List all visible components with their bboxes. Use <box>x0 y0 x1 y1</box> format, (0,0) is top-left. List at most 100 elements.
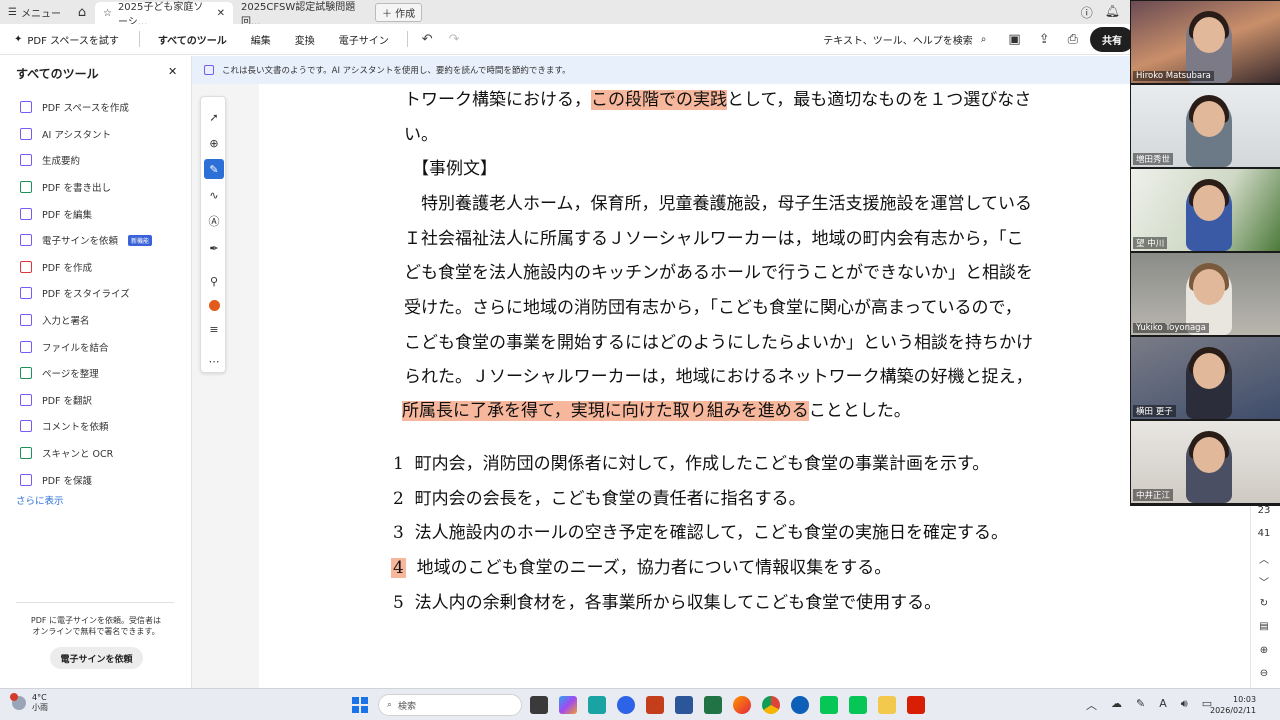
pin-icon[interactable]: ⚲ <box>204 271 224 291</box>
participant-tile[interactable]: Yukiko Toyonaga <box>1131 253 1280 335</box>
tool-ai-assistant[interactable]: AI アシスタント <box>20 121 180 148</box>
new-tab-button[interactable]: ＋ 作成 <box>374 2 423 22</box>
upload-icon[interactable]: ⇪ <box>1039 32 1050 47</box>
menu-convert[interactable]: 変換 <box>283 32 327 47</box>
pdf-space-button[interactable]: ✦ PDF スペースを試す <box>0 32 133 47</box>
draw-icon[interactable]: ∿ <box>204 185 224 205</box>
participant-tile[interactable]: 望 中川 <box>1131 169 1280 251</box>
close-icon[interactable]: ✕ <box>168 65 177 78</box>
store-icon[interactable] <box>588 696 606 714</box>
option-text: 町内会，消防団の関係者に対して，作成したこども食堂の事業計画を示す。 <box>414 454 990 474</box>
bell-icon[interactable]: 🔔︎ <box>1105 4 1120 21</box>
weather-widget[interactable]: 4°C 小雨 <box>10 693 48 713</box>
rotate-icon[interactable]: ↻ <box>1252 598 1276 609</box>
participant-name: 増田秀世 <box>1133 153 1174 165</box>
tool-combine-files[interactable]: ファイルを結合 <box>20 333 180 360</box>
print-icon[interactable]: ⎙ <box>1068 32 1078 47</box>
ime-icon[interactable]: A <box>1159 697 1167 713</box>
line-icon[interactable] <box>849 696 867 714</box>
page-up-icon[interactable]: ︿ <box>1252 551 1276 566</box>
menu-esign[interactable]: 電子サイン <box>327 32 401 47</box>
case-line: こども食堂の事業を開始するにはどのようにしたらよいか」という相談を持ちかけ <box>404 333 1033 353</box>
sign-icon[interactable]: ✒ <box>204 238 224 258</box>
redo-icon[interactable]: ↷ <box>441 32 468 47</box>
menu-edit[interactable]: 編集 <box>239 32 283 47</box>
undo-icon[interactable]: ↶ <box>414 32 441 47</box>
tool-organize-pages[interactable]: ページを整理 <box>20 360 180 387</box>
zoom-icon[interactable] <box>617 696 635 714</box>
tool-request-comments[interactable]: コメントを依頼 <box>20 413 180 440</box>
folder-icon[interactable] <box>878 696 896 714</box>
text-box-icon[interactable]: Ⓐ <box>204 211 224 231</box>
participant-tile[interactable]: 横田 更子 <box>1131 337 1280 419</box>
star-icon[interactable]: ☆ <box>103 8 112 19</box>
firefox-icon[interactable] <box>733 696 751 714</box>
clock-date: 2026/02/11 <box>1210 706 1257 715</box>
taskview-icon[interactable] <box>530 696 548 714</box>
powerpoint-icon[interactable] <box>646 696 664 714</box>
windows-start-icon[interactable] <box>352 697 368 713</box>
menu-button[interactable]: ☰ メニュー <box>0 0 69 24</box>
highlighter-icon[interactable]: ✎ <box>204 159 224 179</box>
promo-text: PDF に電子サインを依頼。受信者は <box>30 616 162 625</box>
current-page[interactable]: 23 <box>1252 505 1276 516</box>
tab-active[interactable]: ☆ 2025子ども家庭ソーシ... ✕ <box>94 2 233 28</box>
participant-tile[interactable]: Hiroko Matsubara <box>1131 1 1280 83</box>
chevron-up-icon[interactable]: ︿ <box>1086 697 1097 713</box>
clock[interactable]: 10:03 2026/02/11 <box>1210 694 1256 716</box>
taskbar-search[interactable]: ⌕ 検索 <box>378 694 522 716</box>
highlighted-text: この段階での実践 <box>591 90 727 110</box>
tool-generative-summary[interactable]: 生成要約 <box>20 147 180 174</box>
tool-request-esign[interactable]: 電子サインを依頼 新機能 <box>20 227 180 254</box>
tool-create-pdf-space[interactable]: PDF スペースを作成 <box>20 94 180 121</box>
chrome-icon[interactable] <box>762 696 780 714</box>
tool-protect-pdf[interactable]: PDF を保護 <box>20 466 180 493</box>
bluesky-icon[interactable] <box>791 696 809 714</box>
tool-export-pdf[interactable]: PDF を書き出し <box>20 174 180 201</box>
option-text: 法人施設内のホールの空き予定を確認して，こども食堂の実施日を確定する。 <box>414 523 1008 543</box>
tool-edit-pdf[interactable]: PDF を編集 <box>20 200 180 227</box>
close-icon[interactable]: ✕ <box>217 8 225 19</box>
page-view-icon[interactable]: ▤ <box>1252 621 1276 632</box>
cursor-icon[interactable]: ➚ <box>204 107 224 127</box>
tool-stylize-pdf[interactable]: PDF をスタイライズ <box>20 280 180 307</box>
volume-icon[interactable]: 🔊︎ <box>1181 697 1188 713</box>
word-icon[interactable] <box>675 696 693 714</box>
tool-fill-sign[interactable]: 入力と署名 <box>20 307 180 334</box>
pen-icon[interactable]: ✎ <box>1136 697 1145 713</box>
option-text: 地域のこども食堂のニーズ，協力者について情報収集をする。 <box>416 558 892 578</box>
cloud-icon[interactable]: ☁ <box>1111 697 1122 713</box>
acrobat-icon[interactable] <box>907 696 925 714</box>
more-icon[interactable]: ⋯ <box>204 351 224 371</box>
show-more-link[interactable]: さらに表示 <box>16 493 64 507</box>
save-icon[interactable]: ▣ <box>1008 32 1020 47</box>
toolbar-search[interactable]: テキスト、ツール、ヘルプを検索 ⌕ <box>823 32 996 47</box>
tool-translate-pdf[interactable]: PDF を翻訳 <box>20 387 180 414</box>
menu-all-tools[interactable]: すべてのツール <box>146 32 239 47</box>
ai-banner: これは長い文書のようです。AI アシスタントを使用し、要約を読んで時間を節約でき… <box>192 56 1130 84</box>
page-down-icon[interactable]: ﹀ <box>1252 574 1276 589</box>
tool-scan-ocr[interactable]: スキャンと OCR <box>20 440 180 467</box>
line-icon[interactable] <box>820 696 838 714</box>
tab-inactive[interactable]: 2025CFSW認定試験問題回... <box>233 2 369 28</box>
participant-tile[interactable]: 増田秀世 <box>1131 85 1280 167</box>
share-button[interactable]: 共有 <box>1090 26 1134 52</box>
copilot-icon[interactable] <box>559 696 577 714</box>
color-dot-icon[interactable] <box>204 295 224 315</box>
line-weight-icon[interactable]: ≡ <box>204 319 224 339</box>
panel-divider <box>16 602 174 603</box>
option-row: 5 法人内の余剰食材を，各事業所から収集してこども食堂で使用する。 <box>393 588 941 613</box>
zoom-out-icon[interactable]: ⊖ <box>1252 668 1276 679</box>
request-esign-button[interactable]: 電子サインを依頼 <box>50 647 143 669</box>
participant-tile[interactable]: 中井正江 <box>1131 421 1280 503</box>
tool-label: PDF を翻訳 <box>42 395 93 407</box>
home-icon[interactable]: ⌂ <box>69 5 95 20</box>
search-hint: テキスト、ツール、ヘルプを検索 <box>823 35 973 47</box>
comment-add-icon[interactable]: ⊕ <box>204 133 224 153</box>
case-line: Ｉ社会福祉法人に所属するＪソーシャルワーカーは，地域の町内会有志から，「こ <box>404 229 1024 249</box>
zoom-in-icon[interactable]: ⊕ <box>1252 645 1276 656</box>
help-icon[interactable]: ⓘ <box>1081 4 1093 21</box>
tool-create-pdf[interactable]: PDF を作成 <box>20 254 180 281</box>
excel-icon[interactable] <box>704 696 722 714</box>
option-number: 1 <box>393 454 404 474</box>
